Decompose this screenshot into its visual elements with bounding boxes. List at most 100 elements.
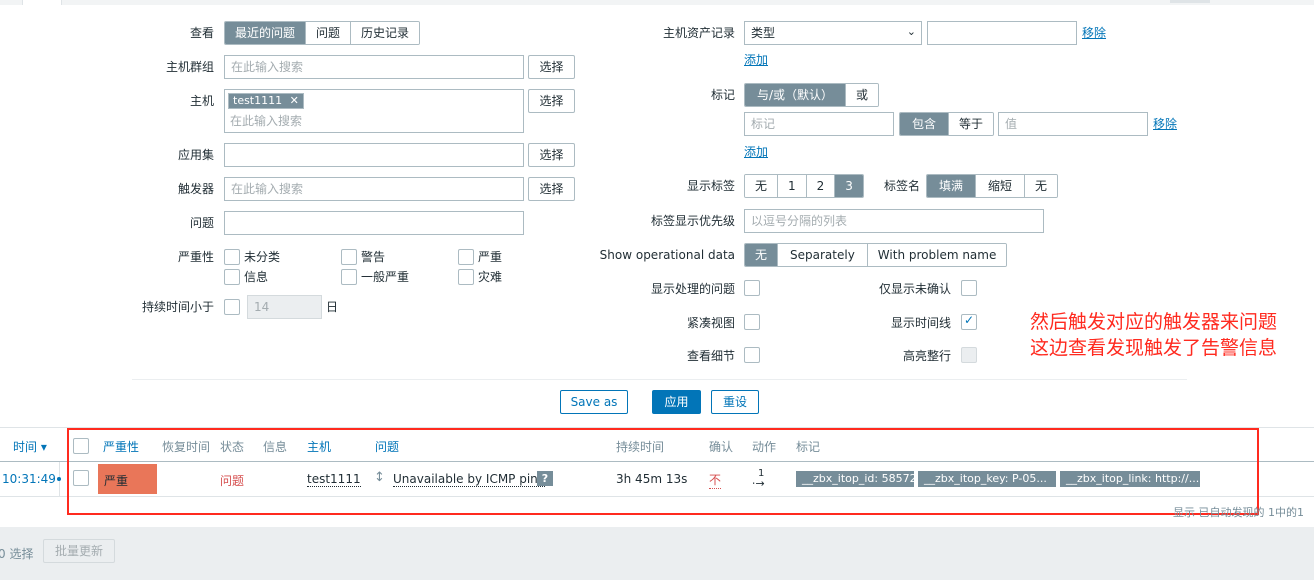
severity-not-classified-checkbox[interactable] [224,249,240,265]
show-suppressed-label: 显示处理的问题 [650,282,735,296]
show-tags-options: 无 1 2 3 [744,174,864,198]
details-checkbox[interactable] [744,347,760,363]
problem-label: 问题 [189,216,214,230]
tags-eval-and-or[interactable]: 与/或（默认） [745,84,846,106]
checkmark-icon: ✓ [964,313,975,327]
row-time[interactable]: 10:31:49 [2,472,56,486]
show-tags-label: 显示标签 [686,179,735,193]
tag-name-input[interactable]: 标记 [744,112,894,136]
tag-operator-contains[interactable]: 包含 [900,113,949,135]
unack-label: 仅显示未确认 [878,282,951,296]
host-select-button[interactable]: 选择 [528,89,575,113]
compact-view-label: 紧凑视图 [686,316,735,330]
inventory-remove-link[interactable]: 移除 [1082,26,1106,40]
timeline-label: 显示时间线 [890,316,951,330]
tag-operator: 包含 等于 [899,112,995,136]
tags-eval-type: 与/或（默认） 或 [744,83,880,107]
host-multiselect[interactable]: test1111 ✕ 在此输入搜索 [224,89,524,133]
severity-warning-checkbox[interactable] [341,249,357,265]
application-select-button[interactable]: 选择 [528,143,575,167]
inventory-select-value: 类型 [751,26,776,40]
tab-recent-problems[interactable]: 最近的问题 [225,22,306,44]
table-footer-text: 显示 已自动发现的 1中的1 [1173,506,1304,519]
chip-remove-icon[interactable]: ✕ [290,94,299,107]
col-time[interactable]: 时间 ▾ [13,440,47,454]
top-tab-indicator [22,0,62,5]
host-label: 主机 [189,94,214,108]
save-as-button[interactable]: Save as [560,390,628,414]
tab-history[interactable]: 历史记录 [350,22,420,44]
timeline-checkbox[interactable]: ✓ [961,313,977,330]
inventory-select[interactable]: 类型 ⌄ [744,21,922,45]
problem-input[interactable] [224,211,524,235]
tab-problems[interactable]: 问题 [305,22,351,44]
tag-value-input[interactable]: 值 [998,112,1148,136]
opdata-separately[interactable]: Separately [777,244,867,266]
view-label: 查看 [189,26,214,40]
details-label: 查看细节 [686,349,735,363]
apply-button[interactable]: 应用 [652,390,701,414]
opdata-options: 无 Separately With problem name [744,243,1008,267]
host-group-select-button[interactable]: 选择 [528,55,575,79]
reset-button[interactable]: 重设 [711,390,759,414]
severity-not-classified-label: 未分类 [244,250,281,264]
tag-operator-equals[interactable]: 等于 [948,113,994,135]
application-input[interactable] [224,143,524,167]
mass-update-button[interactable]: 批量更新 [43,539,115,563]
tag-remove-link[interactable]: 移除 [1153,117,1177,131]
age-label: 持续时间小于 [141,300,214,314]
tag-add-link[interactable]: 添加 [744,145,768,159]
compact-view-checkbox[interactable] [744,314,760,330]
show-suppressed-checkbox[interactable] [744,280,760,296]
opdata-none[interactable]: 无 [745,244,778,266]
trigger-input[interactable]: 在此输入搜索 [224,177,524,201]
trigger-label: 触发器 [177,182,214,196]
highlight-row-checkbox[interactable] [961,347,977,363]
severity-disaster-checkbox[interactable] [458,269,474,285]
view-tabs: 最近的问题 问题 历史记录 [224,21,421,45]
tags-label: 标记 [710,88,735,102]
severity-label: 严重性 [177,250,214,264]
tag-priority-input[interactable]: 以逗号分隔的列表 [744,209,1044,233]
severity-disaster-label: 灾难 [478,270,503,284]
highlight-box [67,428,1259,515]
annotation-line-1: 然后触发对应的触发器来问题 [1030,311,1278,333]
host-group-input[interactable]: 在此输入搜索 [224,55,524,79]
host-chip-label: test1111 [233,94,283,107]
show-tags-1[interactable]: 1 [777,175,806,197]
inventory-value-input[interactable] [927,21,1077,45]
severity-information-checkbox[interactable] [224,269,240,285]
bottom-action-bar: 0 选择 批量更新 [0,527,1314,580]
severity-average-label: 一般严重 [361,270,410,284]
top-border [0,0,1314,5]
host-group-label: 主机群组 [165,60,214,74]
selected-count: 0 选择 [0,547,34,561]
tag-name-options: 填满 缩短 无 [926,174,1059,198]
age-unit: 日 [326,300,339,314]
severity-high-label: 严重 [478,250,503,264]
tag-name-full[interactable]: 填满 [927,175,976,197]
age-checkbox[interactable] [224,299,240,315]
highlight-row-label: 高亮整行 [902,349,951,363]
unack-checkbox[interactable] [961,280,977,296]
application-label: 应用集 [177,148,214,162]
inventory-label: 主机资产记录 [662,26,735,40]
filter-divider [132,379,1187,380]
top-right-button[interactable] [1170,0,1210,3]
age-input[interactable]: 14 [247,295,322,319]
tag-name-label: 标签名 [883,179,920,193]
tags-eval-or[interactable]: 或 [845,84,879,106]
tag-name-shortened[interactable]: 缩短 [975,175,1025,197]
show-tags-none[interactable]: 无 [745,175,778,197]
tag-name-none[interactable]: 无 [1024,175,1058,197]
severity-high-checkbox[interactable] [458,249,474,265]
severity-average-checkbox[interactable] [341,269,357,285]
trigger-select-button[interactable]: 选择 [528,177,575,201]
severity-warning-label: 警告 [361,250,386,264]
show-tags-3[interactable]: 3 [834,175,863,197]
host-chip: test1111 ✕ [228,93,304,109]
inventory-add-link[interactable]: 添加 [744,53,768,67]
timeline-dot-icon [57,477,61,481]
show-tags-2[interactable]: 2 [805,175,835,197]
opdata-with-problem-name[interactable]: With problem name [866,244,1007,266]
